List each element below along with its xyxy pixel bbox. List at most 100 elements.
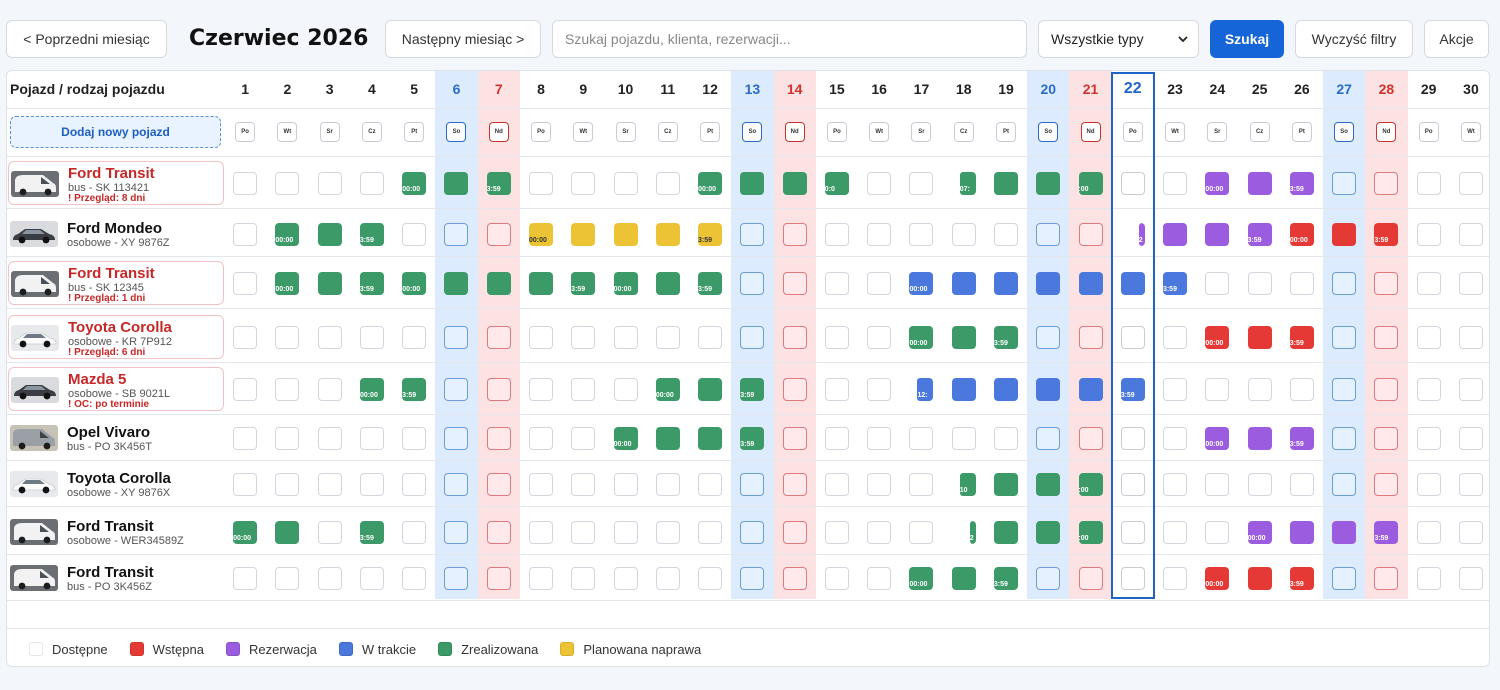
day-cell[interactable] (317, 566, 342, 590)
vehicle-row-label[interactable]: Ford Transit osobowe - WER34589Z (8, 510, 224, 554)
day-cell[interactable] (1205, 377, 1230, 401)
day-cell[interactable] (613, 171, 638, 195)
day-cell[interactable] (951, 426, 976, 450)
day-cell[interactable] (740, 472, 765, 496)
day-cell[interactable] (1120, 520, 1145, 544)
day-cell[interactable] (782, 377, 807, 401)
day-cell[interactable]: 00:00 (655, 377, 680, 401)
day-cell[interactable] (909, 171, 934, 195)
clear-filters-button[interactable]: Wyczyść filtry (1295, 20, 1413, 58)
day-cell[interactable]: 23:59 (993, 325, 1018, 349)
day-cell[interactable] (1036, 426, 1061, 450)
day-cell[interactable] (740, 271, 765, 295)
day-cell[interactable] (613, 472, 638, 496)
day-cell[interactable] (867, 520, 892, 544)
day-cell[interactable]: 00:00 (1289, 222, 1314, 246)
day-cell[interactable]: 23:59 (1163, 271, 1188, 295)
day-cell[interactable] (698, 377, 723, 401)
day-cell[interactable]: 23:59 (740, 377, 765, 401)
day-cell[interactable]: 00:00 (275, 222, 300, 246)
day-cell[interactable] (782, 325, 807, 349)
day-cell[interactable] (993, 222, 1018, 246)
day-cell[interactable]: 23:59 (993, 566, 1018, 590)
day-cell[interactable] (571, 426, 596, 450)
day-cell[interactable] (571, 171, 596, 195)
actions-button[interactable]: Akcje (1424, 20, 1489, 58)
day-cell[interactable]: 23:59 (571, 271, 596, 295)
day-cell[interactable]: 00:00 (529, 222, 554, 246)
day-cell[interactable] (740, 222, 765, 246)
day-cell[interactable] (275, 426, 300, 450)
day-cell[interactable] (993, 171, 1018, 195)
day-cell[interactable] (951, 325, 976, 349)
day-cell[interactable]: 23:59 (1289, 566, 1314, 590)
day-cell[interactable] (275, 325, 300, 349)
day-cell[interactable] (1374, 271, 1399, 295)
day-cell[interactable] (1036, 472, 1061, 496)
day-cell[interactable] (233, 566, 258, 590)
day-cell[interactable] (571, 520, 596, 544)
search-button[interactable]: Szukaj (1210, 20, 1284, 58)
day-cell[interactable] (655, 222, 680, 246)
day-cell[interactable] (655, 325, 680, 349)
day-cell[interactable] (571, 566, 596, 590)
day-cell[interactable] (1332, 325, 1357, 349)
day-cell[interactable] (655, 426, 680, 450)
day-cell[interactable]: 23:59 (1289, 426, 1314, 450)
day-cell[interactable] (824, 426, 849, 450)
day-cell[interactable] (698, 426, 723, 450)
day-cell[interactable] (1416, 171, 1441, 195)
day-cell[interactable] (444, 222, 469, 246)
day-cell[interactable] (1036, 222, 1061, 246)
day-cell[interactable]: 00:00 (1247, 520, 1272, 544)
day-cell[interactable] (486, 472, 511, 496)
day-cell[interactable] (402, 222, 427, 246)
day-cell[interactable] (867, 426, 892, 450)
day-cell[interactable] (993, 271, 1018, 295)
day-cell[interactable] (275, 377, 300, 401)
day-cell[interactable]: 00:00 (233, 520, 258, 544)
day-cell[interactable]: 23:59 (402, 377, 427, 401)
day-cell[interactable] (233, 171, 258, 195)
day-cell[interactable] (1163, 171, 1188, 195)
day-cell[interactable] (444, 566, 469, 590)
day-cell[interactable] (1416, 325, 1441, 349)
day-cell[interactable] (782, 566, 807, 590)
day-cell[interactable] (1163, 566, 1188, 590)
day-cell[interactable] (317, 271, 342, 295)
vehicle-row-label[interactable]: Toyota Corolla osobowe - KR 7P912! Przegl… (8, 315, 224, 359)
day-cell[interactable] (1332, 271, 1357, 295)
day-cell[interactable] (233, 325, 258, 349)
day-cell[interactable] (233, 271, 258, 295)
day-cell[interactable] (402, 472, 427, 496)
day-cell[interactable] (1205, 222, 1230, 246)
day-cell[interactable] (1416, 222, 1441, 246)
day-cell[interactable]: 2 (1120, 222, 1145, 246)
day-cell[interactable]: 23:59 (359, 520, 384, 544)
day-cell[interactable] (655, 171, 680, 195)
day-cell[interactable] (317, 520, 342, 544)
day-cell[interactable] (233, 472, 258, 496)
day-cell[interactable] (486, 520, 511, 544)
day-cell[interactable] (951, 222, 976, 246)
day-cell[interactable] (1078, 566, 1103, 590)
day-cell[interactable] (1289, 271, 1314, 295)
day-cell[interactable]: 23:59 (1247, 222, 1272, 246)
day-cell[interactable] (698, 325, 723, 349)
day-cell[interactable] (1416, 472, 1441, 496)
day-cell[interactable] (867, 377, 892, 401)
day-cell[interactable] (233, 377, 258, 401)
day-cell[interactable] (613, 566, 638, 590)
day-cell[interactable] (317, 426, 342, 450)
vehicle-row-label[interactable]: Ford Transit bus - SK 12345! Przegląd: 1 … (8, 261, 224, 305)
day-cell[interactable] (909, 472, 934, 496)
day-cell[interactable] (402, 325, 427, 349)
day-cell[interactable] (782, 426, 807, 450)
day-cell[interactable] (824, 520, 849, 544)
day-cell[interactable] (529, 171, 554, 195)
day-cell[interactable] (486, 271, 511, 295)
day-cell[interactable]: 00:00 (613, 271, 638, 295)
day-cell[interactable] (1332, 426, 1357, 450)
day-cell[interactable] (317, 472, 342, 496)
vehicle-row-label[interactable]: Opel Vivaro bus - PO 3K456T (8, 416, 224, 460)
